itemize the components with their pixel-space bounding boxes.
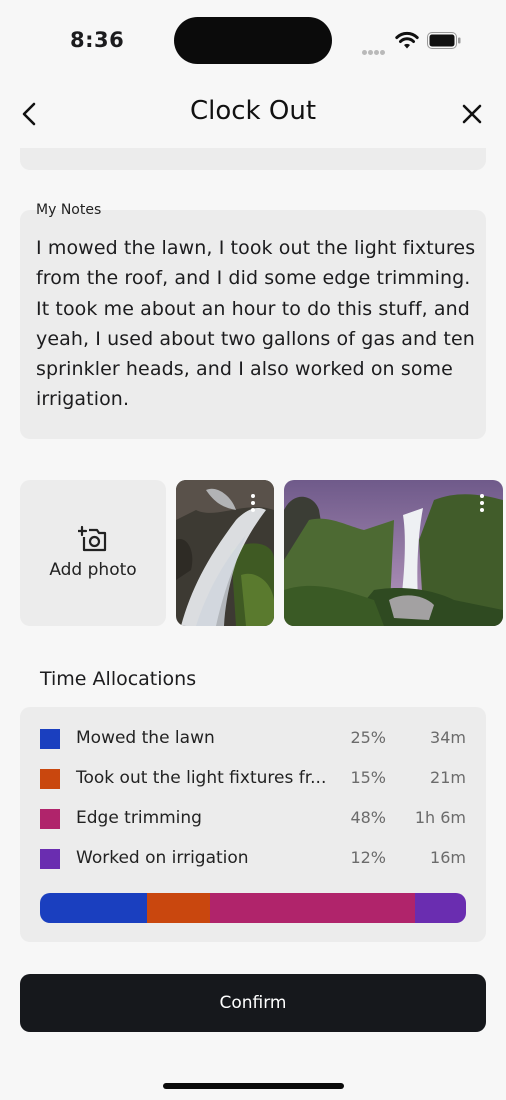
- allocation-duration: 34m: [430, 728, 466, 747]
- cellular-signal-icon: [362, 40, 386, 59]
- allocation-percent: 48%: [350, 808, 386, 827]
- allocation-row[interactable]: Took out the light fixtures fr... 15% 21…: [20, 763, 486, 793]
- allocation-bar-segment: [210, 893, 415, 923]
- allocation-stacked-bar: [40, 893, 466, 923]
- allocation-bar-segment: [146, 893, 211, 923]
- allocation-bar-segment: [40, 893, 147, 923]
- allocation-percent: 12%: [350, 848, 386, 867]
- allocation-row[interactable]: Mowed the lawn 25% 34m: [20, 723, 486, 753]
- allocation-bar-segment: [414, 893, 466, 923]
- time-allocations-title: Time Allocations: [40, 668, 197, 690]
- allocation-percent: 25%: [350, 728, 386, 747]
- allocation-name: Took out the light fixtures fr...: [76, 768, 327, 788]
- home-indicator: [163, 1083, 344, 1089]
- notes-text[interactable]: I mowed the lawn, I took out the light f…: [36, 233, 476, 415]
- allocation-row[interactable]: Worked on irrigation 12% 16m: [20, 843, 486, 873]
- waterfall-photo-image: [176, 480, 274, 626]
- status-bar: 8:36: [0, 0, 506, 80]
- battery-icon: [427, 32, 461, 49]
- add-photo-label: Add photo: [49, 560, 137, 580]
- wifi-icon: [395, 31, 419, 49]
- photo-thumbnail[interactable]: [284, 480, 503, 626]
- time-allocations-card: Mowed the lawn 25% 34m Took out the ligh…: [20, 707, 486, 942]
- close-icon[interactable]: [458, 100, 486, 128]
- allocation-color-swatch: [40, 849, 60, 869]
- photo-options-icon[interactable]: [478, 494, 486, 516]
- status-time: 8:36: [70, 28, 125, 52]
- allocation-name: Mowed the lawn: [76, 728, 215, 748]
- allocation-percent: 15%: [350, 768, 386, 787]
- confirm-button[interactable]: Confirm: [20, 974, 486, 1032]
- add-photo-button[interactable]: Add photo: [20, 480, 166, 626]
- allocation-duration: 16m: [430, 848, 466, 867]
- nav-bar: Clock Out: [0, 88, 506, 140]
- photo-options-icon[interactable]: [249, 494, 257, 516]
- allocation-name: Worked on irrigation: [76, 848, 249, 868]
- waterfall-landscape-photo-image: [284, 480, 503, 626]
- allocation-name: Edge trimming: [76, 808, 202, 828]
- allocation-color-swatch: [40, 729, 60, 749]
- dynamic-island: [174, 17, 332, 64]
- allocation-row[interactable]: Edge trimming 48% 1h 6m: [20, 803, 486, 833]
- add-photo-camera-icon: [78, 525, 107, 552]
- allocation-color-swatch: [40, 769, 60, 789]
- photo-thumbnail[interactable]: [176, 480, 274, 626]
- allocation-duration: 21m: [430, 768, 466, 787]
- previous-card-edge: [20, 148, 486, 170]
- allocation-color-swatch: [40, 809, 60, 829]
- notes-label: My Notes: [36, 202, 102, 218]
- page-title: Clock Out: [189, 96, 317, 126]
- allocation-duration: 1h 6m: [414, 808, 466, 827]
